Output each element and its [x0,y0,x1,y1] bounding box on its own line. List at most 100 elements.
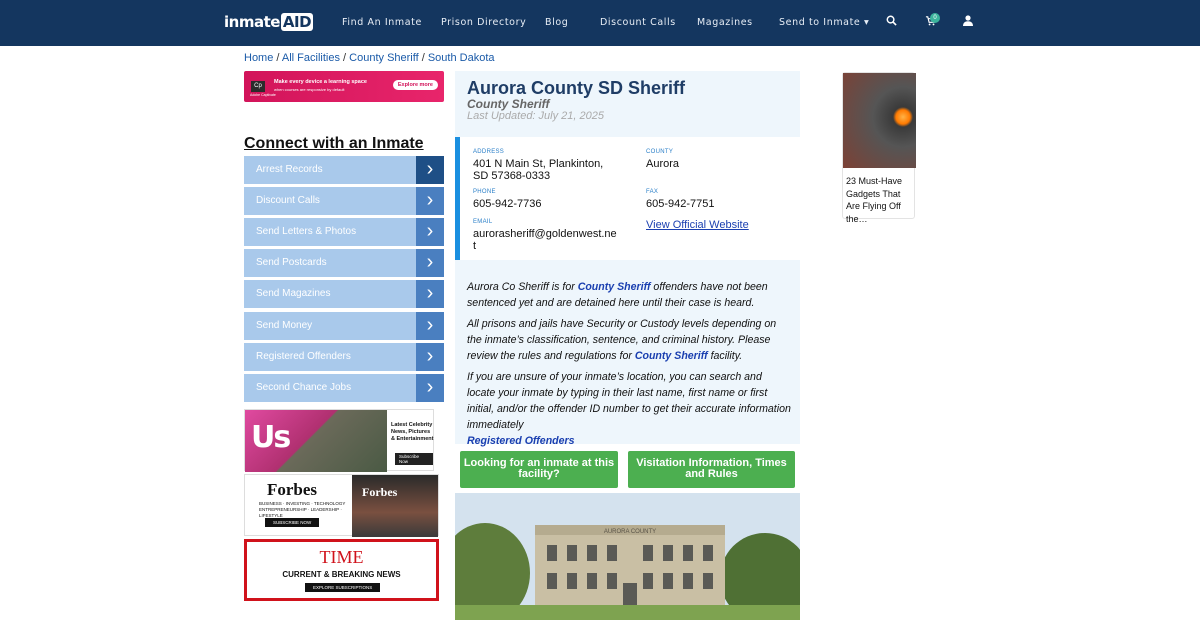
p3-text: If you are unsure of your inmate’s locat… [467,371,791,431]
address-label: ADDRESS [473,149,505,155]
breadcrumb-home[interactable]: Home [244,52,273,64]
sidebar-item-label: Send Postcards [256,257,327,268]
sidebar-item-label: Arrest Records [256,164,323,175]
sidebar-item-second-chance-jobs[interactable]: Second Chance Jobs › [244,374,444,402]
courthouse-illustration: AURORA COUNTY [455,493,800,620]
visitation-info-button[interactable]: Visitation Information, Times and Rules [628,451,795,488]
gadgets-ad-card[interactable]: 23 Must-Have Gadgets That Are Flying Off… [842,72,916,224]
p2-text-b: facility. [707,350,743,362]
forbes-ad-text: BUSINESS · INVESTING · TECHNOLOGY ENTREP… [259,501,346,518]
sidebar-item-registered-offenders[interactable]: Registered Offenders › [244,343,444,371]
time-explore-button[interactable]: EXPLORE SUBSCRIPTIONS [305,583,381,592]
top-navbar: inmate AID Find An Inmate Prison Director… [0,0,1200,46]
looking-for-inmate-button[interactable]: Looking for an inmate at this facility? [460,451,618,488]
phone-value[interactable]: 605-942-7736 [473,198,542,210]
forbes-ad[interactable]: Forbes BUSINESS · INVESTING · TECHNOLOGY… [244,474,439,537]
ad-tagline-sub: when courses are responsive by default [274,87,345,92]
nav-prison-directory[interactable]: Prison Directory [441,17,526,28]
chevron-right-icon: › [416,249,444,277]
nav-magazines[interactable]: Magazines [697,17,753,28]
sidebar-item-label: Registered Offenders [256,351,351,362]
time-ad[interactable]: TIME CURRENT & BREAKING NEWS EXPLORE SUB… [244,539,439,601]
p2-county-sheriff-link[interactable]: County Sheriff [635,350,708,362]
us-logo: Us [251,420,291,455]
nav-find-inmate[interactable]: Find An Inmate [342,17,422,28]
sidebar-item-label: Second Chance Jobs [256,382,352,393]
chevron-down-icon: ▾ [864,17,870,28]
email-label: EMAIL [473,219,493,225]
user-icon[interactable] [963,15,973,29]
facility-title: Aurora County SD Sheriff [467,78,686,98]
official-website-link[interactable]: View Official Website [646,219,749,231]
nav-discount-calls[interactable]: Discount Calls [600,17,676,28]
registered-offenders-link[interactable]: Registered Offenders [467,435,575,447]
address-line1: 401 N Main St, Plankinton, [473,158,604,170]
email-line2: t [473,240,477,252]
forbes-logo: Forbes [267,480,318,499]
breadcrumb: Home / All Facilities / County Sheriff /… [244,52,495,64]
breadcrumb-south-dakota[interactable]: South Dakota [428,52,495,64]
chevron-right-icon: › [416,156,444,184]
ad-tagline-main: Make every device a learning space [274,79,367,85]
adobe-ad-banner[interactable]: Cp Adobe Captivate Make every device a l… [244,71,444,102]
county-value: Aurora [646,158,680,170]
sidebar-item-label: Send Money [256,320,313,331]
address-line2: SD 57368-0333 [473,170,551,182]
breadcrumb-county-sheriff[interactable]: County Sheriff [349,52,419,64]
cart-count-badge: 0 [930,13,940,23]
chevron-right-icon: › [416,280,444,308]
nav-send-to-inmate[interactable]: Send to Inmate ▾ [779,17,869,28]
projector-ad-image [843,73,916,168]
gadgets-ad-caption[interactable]: 23 Must-Have Gadgets That Are Flying Off… [846,175,914,225]
sidebar-item-send-postcards[interactable]: Send Postcards › [244,249,444,277]
phone-label: PHONE [473,189,496,195]
sidebar-item-arrest-records[interactable]: Arrest Records › [244,156,444,184]
facility-info-box: ADDRESS 401 N Main St, Plankinton, SD 573… [455,137,800,260]
logo-text: inmate [224,13,280,31]
courthouse-photo: AURORA COUNTY [455,493,800,620]
p1-text-a: Aurora Co Sheriff is for [467,281,578,293]
email-line1: aurorasheriff@goldenwest.ne [473,228,617,240]
ad-explore-button[interactable]: Explore more [392,80,438,90]
forbes-cover-image: Forbes [352,475,438,537]
site-logo[interactable]: inmate AID [224,13,314,31]
sidebar-item-label: Discount Calls [256,195,320,206]
facility-description-3: If you are unsure of your inmate’s locat… [467,369,792,449]
sidebar-item-label: Send Letters & Photos [256,226,357,237]
sidebar-item-label: Send Magazines [256,288,331,299]
sidebar-item-send-letters[interactable]: Send Letters & Photos › [244,218,444,246]
chevron-right-icon: › [416,218,444,246]
address-value: 401 N Main St, Plankinton, SD 57368-0333 [473,158,603,182]
connect-heading: Connect with an Inmate [244,135,424,152]
last-updated: Last Updated: July 21, 2025 [467,110,604,122]
forbes-subscribe-button[interactable]: SUBSCRIBE NOW [265,518,320,527]
chevron-right-icon: › [416,312,444,340]
nav-blog[interactable]: Blog [545,17,568,28]
chevron-right-icon: › [416,187,444,215]
forbes-cover-logo: Forbes [362,485,398,499]
p1-county-sheriff-link[interactable]: County Sheriff [578,281,651,293]
ad-tagline: Make every device a learning space when c… [274,79,374,94]
sidebar-item-discount-calls[interactable]: Discount Calls › [244,187,444,215]
search-icon[interactable] [886,15,897,29]
facility-description-2: All prisons and jails have Security or C… [467,316,792,364]
us-subscribe-button[interactable]: Subscribe Now [395,453,433,465]
time-ad-text: CURRENT & BREAKING NEWS [282,570,401,579]
fax-value: 605-942-7751 [646,198,715,210]
us-weekly-ad[interactable]: Us Latest Celebrity News, Pictures & Ent… [244,409,434,472]
ad-maker: Adobe Captivate [250,93,276,97]
sidebar-item-send-money[interactable]: Send Money › [244,312,444,340]
facility-description-1: Aurora Co Sheriff is for County Sheriff … [467,279,792,311]
email-value[interactable]: aurorasheriff@goldenwest.ne t [473,228,617,252]
courthouse-sign-text: AURORA COUNTY [604,529,656,535]
chevron-right-icon: › [416,343,444,371]
fax-label: FAX [646,189,659,195]
time-logo: TIME [319,547,364,567]
us-ad-text: Latest Celebrity News, Pictures & Entert… [391,422,434,442]
county-label: COUNTY [646,149,674,155]
facility-type: County Sheriff [467,97,550,111]
breadcrumb-all-facilities[interactable]: All Facilities [282,52,340,64]
nav-send-label: Send to Inmate [779,17,861,28]
sidebar-item-send-magazines[interactable]: Send Magazines › [244,280,444,308]
logo-aid: AID [280,13,314,31]
